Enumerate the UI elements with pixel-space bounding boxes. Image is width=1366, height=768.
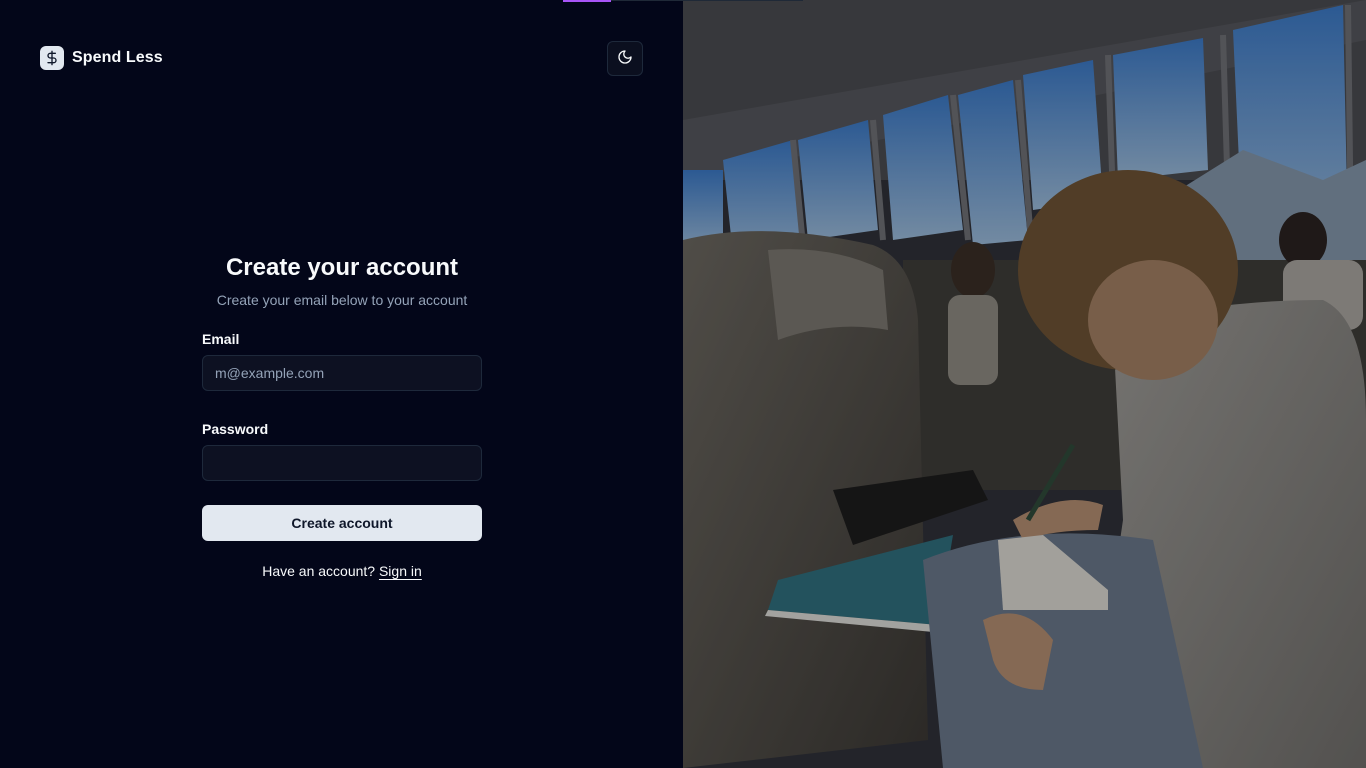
password-label: Password [202, 421, 269, 437]
dollar-sign-icon [40, 46, 64, 70]
brand[interactable]: Spend Less [40, 46, 163, 70]
hero-image [683, 0, 1366, 768]
theme-toggle-button[interactable] [607, 41, 643, 76]
moon-icon [617, 49, 633, 68]
top-progress-fill [563, 0, 611, 2]
email-field[interactable] [202, 355, 482, 391]
photo-icon [683, 0, 1366, 768]
have-account-text: Have an account? [262, 563, 376, 579]
email-label: Email [202, 331, 240, 347]
password-field[interactable] [202, 445, 482, 481]
sign-in-link[interactable]: Sign in [379, 563, 422, 579]
create-account-button[interactable]: Create account [202, 505, 482, 541]
signup-form: Create your account Create your email be… [202, 254, 482, 579]
left-panel: Spend Less Create your account Create yo… [0, 0, 683, 768]
brand-name: Spend Less [72, 49, 163, 66]
page-subtitle: Create your email below to your account [216, 292, 468, 308]
page-title: Create your account [225, 254, 459, 281]
top-progress-bar [563, 0, 803, 2]
signin-prompt: Have an account? Sign in [202, 563, 482, 579]
